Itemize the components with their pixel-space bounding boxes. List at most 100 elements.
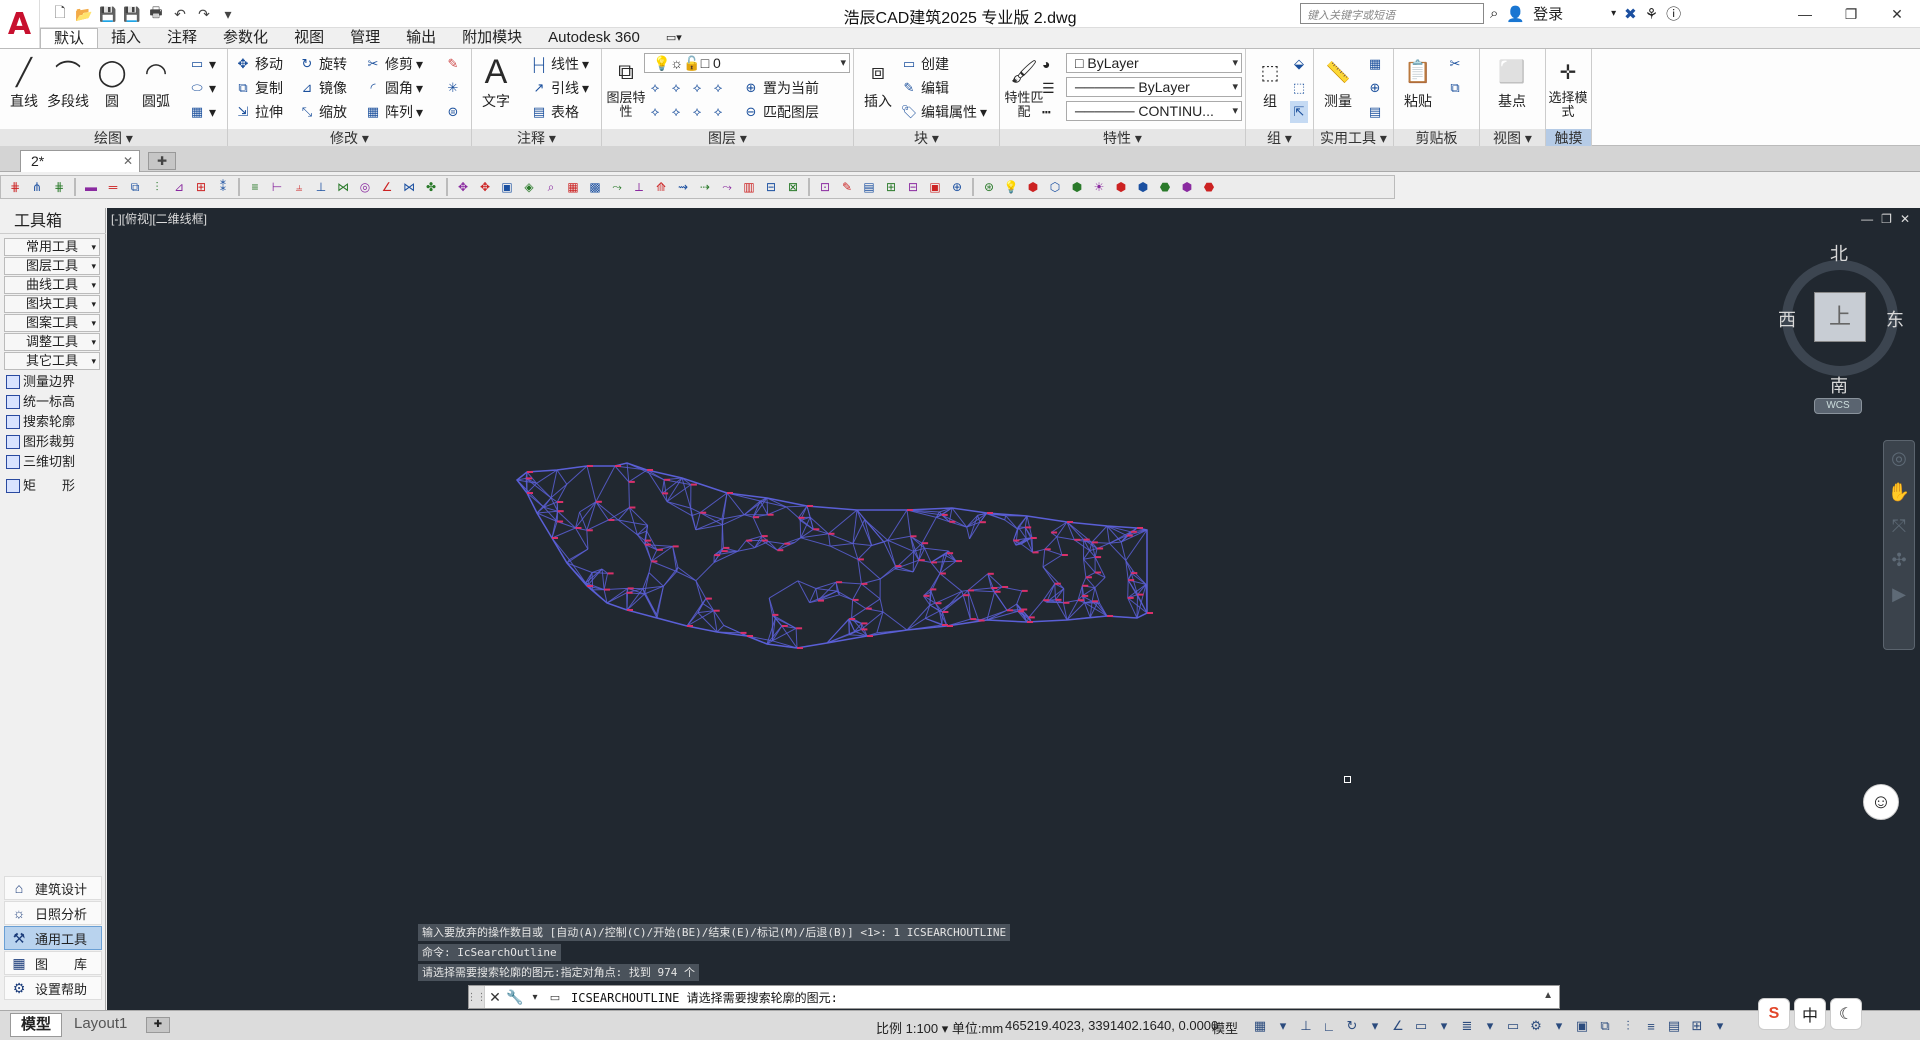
edit-block-button[interactable]: ✎ 编辑 — [900, 77, 949, 99]
category-common-tools[interactable]: 常用工具 — [4, 238, 100, 256]
quick-calc-icon[interactable]: ▦ — [1366, 53, 1384, 75]
user-icon[interactable]: 👤 — [1506, 5, 1525, 23]
toolbar-tool-icon[interactable]: ⊛ — [979, 177, 999, 197]
paste-button[interactable]: 📋 粘贴 — [1396, 53, 1440, 111]
panel-title-block[interactable]: 块 ▾ — [854, 129, 999, 147]
ime-language-toggle[interactable]: 中 — [1794, 998, 1826, 1030]
tool-clip-graphics[interactable]: 图形裁剪 — [6, 432, 102, 452]
close-command-icon[interactable]: ✕ — [485, 986, 505, 1008]
color-wheel-icon[interactable]: ◕ — [1042, 53, 1050, 75]
panel-title-clipboard[interactable]: 剪贴板 — [1394, 129, 1479, 147]
toolbar-tool-icon[interactable]: ☀ — [1089, 177, 1109, 197]
linear-dim-button[interactable]: ├┤ 线性 ▾ — [530, 53, 589, 75]
print-icon[interactable]: 🖶 — [146, 4, 166, 24]
exchange-icon[interactable]: ✖ — [1624, 5, 1637, 23]
status-toggle-icon[interactable]: ∠ — [1388, 1016, 1408, 1036]
tab-manage[interactable]: 管理 — [337, 28, 393, 48]
toolbar-tool-icon[interactable]: ⬣ — [1199, 177, 1219, 197]
group-select-icon[interactable]: ⇱ — [1290, 101, 1308, 123]
toolbar-tool-icon[interactable]: ⊞ — [881, 177, 901, 197]
tool-rectangle[interactable]: 矩 形 — [6, 476, 102, 496]
orbit-icon[interactable]: ✣ — [1884, 543, 1914, 577]
status-toggle-icon[interactable]: ▭ — [1503, 1016, 1523, 1036]
search-input[interactable]: 键入关键字或短语 — [1300, 3, 1484, 24]
match-properties-button[interactable]: 🖌 特性匹配 — [1002, 53, 1046, 119]
toolbar-tool-icon[interactable]: ▩ — [585, 177, 605, 197]
undo-icon[interactable]: ↶ — [170, 4, 190, 24]
ungroup-icon[interactable]: ⬙ — [1290, 53, 1308, 75]
view-cube-top-face[interactable]: 上 — [1814, 292, 1866, 342]
panel-title-view[interactable]: 视图 ▾ — [1480, 129, 1545, 147]
status-toggle-icon[interactable]: ▾ — [1549, 1016, 1569, 1036]
toolbar-tool-icon[interactable]: ⤳ — [717, 177, 737, 197]
toolbar-tool-icon[interactable]: ⋔ — [27, 177, 47, 197]
scale-button[interactable]: ⤡ 缩放 — [298, 101, 347, 123]
tab-parametric[interactable]: 参数化 — [210, 28, 281, 48]
set-current-button[interactable]: ⊕ 置为当前 — [742, 77, 819, 99]
assistant-avatar[interactable]: ☺ — [1863, 784, 1899, 820]
tab-insert[interactable]: 插入 — [98, 28, 154, 48]
match-layer-button[interactable]: ⊖ 匹配图层 — [742, 101, 819, 123]
compass-north[interactable]: 北 — [1830, 240, 1848, 266]
new-file-icon[interactable]: 🗋 — [50, 4, 70, 24]
customize-command-icon[interactable]: 🔧 — [505, 986, 525, 1008]
layer-dropdown[interactable]: 💡☼🔓□ 0 — [644, 53, 850, 73]
status-toggle-icon[interactable]: ⚙ — [1526, 1016, 1546, 1036]
category-other-tools[interactable]: 其它工具 — [4, 352, 100, 370]
recent-commands-icon[interactable]: ▾ — [525, 986, 545, 1008]
model-tab[interactable]: 模型 — [10, 1013, 63, 1037]
toolbar-tool-icon[interactable]: ⬢ — [1067, 177, 1087, 197]
help-icon[interactable]: ⓘ — [1666, 3, 1681, 24]
toolbar-tool-icon[interactable]: ✎ — [837, 177, 857, 197]
toolbar-tool-icon[interactable]: 💡 — [1001, 177, 1021, 197]
status-toggle-icon[interactable]: ▾ — [1710, 1016, 1730, 1036]
panel-title-layers[interactable]: 图层 ▾ — [602, 129, 853, 147]
toolbar-tool-icon[interactable]: ⬢ — [1023, 177, 1043, 197]
command-input[interactable]: ICSEARCHOUTLINE 请选择需要搜索轮廓的图元: — [565, 989, 838, 1006]
restore-icon[interactable]: ❐ — [1828, 0, 1874, 28]
tool-search-outline[interactable]: 搜索轮廓 — [6, 412, 102, 432]
toolbar-tool-icon[interactable]: ⋕ — [5, 177, 25, 197]
tool-unify-elevation[interactable]: 统一标高 — [6, 392, 102, 412]
create-block-button[interactable]: ▭ 创建 — [900, 53, 949, 75]
toolbar-tool-icon[interactable]: ⁑ — [213, 177, 233, 197]
toolbar-tool-icon[interactable]: ⊠ — [783, 177, 803, 197]
leader-button[interactable]: ↗ 引线 ▾ — [530, 77, 589, 99]
color-dropdown[interactable]: □ ByLayer — [1066, 53, 1242, 73]
toolbar-tool-icon[interactable]: ⊿ — [169, 177, 189, 197]
tab-output[interactable]: 输出 — [393, 28, 449, 48]
toolbar-tool-icon[interactable]: ▦ — [563, 177, 583, 197]
document-tab[interactable]: 2* ✕ — [20, 150, 140, 172]
panel-title-modify[interactable]: 修改 ▾ — [228, 129, 471, 147]
status-toggle-icon[interactable]: ▾ — [1273, 1016, 1293, 1036]
toolbar-tool-icon[interactable]: ⊞ — [191, 177, 211, 197]
model-space-toggle[interactable]: 模型 — [1212, 1018, 1238, 1037]
ribbon-options-icon[interactable]: ▭▾ — [653, 28, 695, 48]
redo-icon[interactable]: ↷ — [194, 4, 214, 24]
polyline-button[interactable]: ⌒ 多段线 — [46, 53, 90, 111]
base-point-button[interactable]: ⬜ 基点 — [1490, 53, 1534, 111]
status-toggle-icon[interactable]: ▾ — [1434, 1016, 1454, 1036]
toolbar-tool-icon[interactable]: ⊟ — [761, 177, 781, 197]
mirror-button[interactable]: ⊿ 镜像 — [298, 77, 347, 99]
status-toggle-icon[interactable]: ∟ — [1319, 1016, 1339, 1036]
toolbar-tool-icon[interactable]: ▣ — [925, 177, 945, 197]
compass-south[interactable]: 南 — [1830, 372, 1848, 398]
status-toggle-icon[interactable]: ⫶ — [1618, 1016, 1638, 1036]
dropdown-icon[interactable]: ▾ — [1611, 8, 1616, 19]
toolbar-tool-icon[interactable]: ✥ — [453, 177, 473, 197]
status-toggle-icon[interactable]: ⧉ — [1595, 1016, 1615, 1036]
toolbar-tool-icon[interactable]: ⊟ — [903, 177, 923, 197]
arc-button[interactable]: ◠ 圆弧 — [134, 53, 178, 111]
move-button[interactable]: ✥ 移动 — [234, 53, 283, 75]
login-button[interactable]: 登录 — [1533, 3, 1563, 24]
open-file-icon[interactable]: 📂 — [74, 4, 94, 24]
toolbar-tool-icon[interactable]: ═ — [103, 177, 123, 197]
category-hatch-tools[interactable]: 图案工具 — [4, 314, 100, 332]
module-settings-help[interactable]: ⚙ 设置帮助 — [4, 976, 102, 1000]
group-button[interactable]: ⬚ 组 — [1248, 53, 1292, 111]
toolbar-tool-icon[interactable]: ⬢ — [1111, 177, 1131, 197]
status-toggle-icon[interactable]: ↻ — [1342, 1016, 1362, 1036]
pan-icon[interactable]: ✋ — [1884, 475, 1914, 509]
toolbar-tool-icon[interactable]: ⇝ — [673, 177, 693, 197]
